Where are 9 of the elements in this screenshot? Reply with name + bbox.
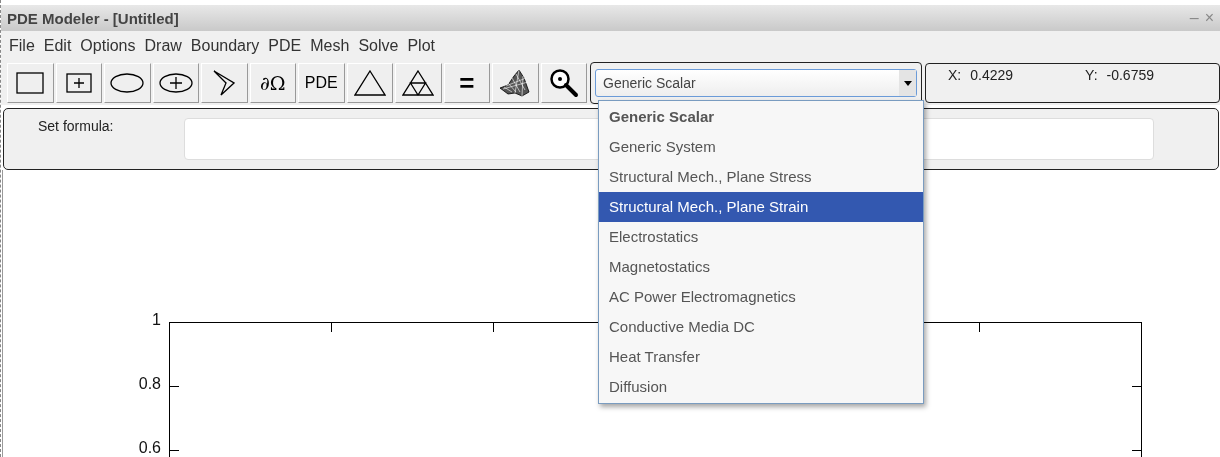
coordinate-label: X: xyxy=(948,67,962,83)
coordinate-value: -0.6759 xyxy=(1106,67,1154,83)
axis-tick-label: 1 xyxy=(151,311,161,329)
coordinate-value: 0.4229 xyxy=(970,67,1014,83)
formula-label: Set formula: xyxy=(38,118,115,134)
axis-tick-label: 0.8 xyxy=(137,375,161,393)
window-title: PDE Modeler - [Untitled] xyxy=(7,9,179,27)
coordinate-label: Y: xyxy=(1085,67,1098,83)
axis-tick-label: 0.6 xyxy=(137,439,161,457)
